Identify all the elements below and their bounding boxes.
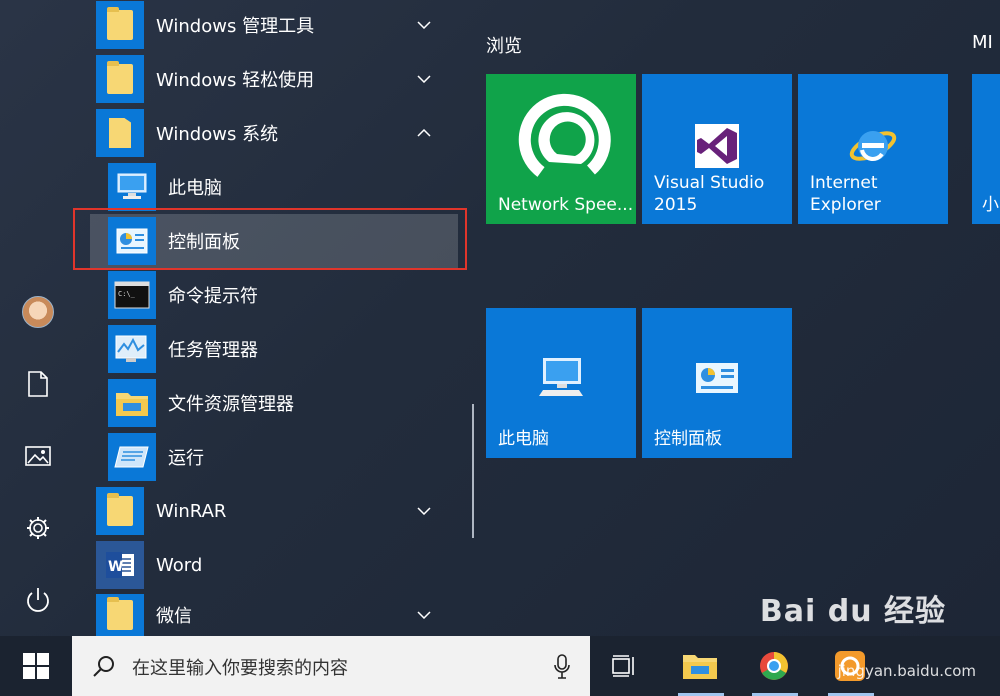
chevron-down-icon bbox=[416, 503, 432, 519]
microphone-icon[interactable] bbox=[554, 654, 570, 680]
folder-label: Windows 轻松使用 bbox=[156, 70, 315, 91]
browser-taskbar-icon[interactable] bbox=[754, 646, 794, 686]
tile-internet-explorer[interactable]: Internet Explorer bbox=[798, 74, 948, 224]
folder-windows-system[interactable]: Windows 系统 bbox=[96, 108, 456, 158]
app-label: Word bbox=[156, 554, 203, 576]
folder-windows-ease-of-access[interactable]: Windows 轻松使用 bbox=[96, 54, 456, 104]
control-panel-icon bbox=[696, 363, 738, 393]
tile-label: Internet Explorer bbox=[810, 173, 881, 215]
app-task-manager[interactable]: 任务管理器 bbox=[108, 324, 456, 374]
search-placeholder: 在这里输入你要搜索的内容 bbox=[132, 658, 348, 679]
start-left-rail bbox=[0, 0, 76, 636]
computer-icon bbox=[539, 358, 583, 396]
start-menu: Windows 管理工具 Windows 轻松使用 Windows 系统 此电脑… bbox=[0, 0, 1000, 636]
folder-icon bbox=[96, 55, 144, 103]
folder-icon bbox=[96, 487, 144, 535]
folder-label: Windows 系统 bbox=[156, 124, 279, 145]
task-view-icon[interactable] bbox=[604, 646, 644, 686]
baidu-watermark-url: jingyan.baidu.com bbox=[837, 662, 976, 680]
tile-group-title: 浏览 bbox=[486, 36, 522, 57]
tile-group-title-2: MI bbox=[972, 32, 993, 53]
run-icon bbox=[108, 433, 156, 481]
file-explorer-icon bbox=[108, 379, 156, 427]
task-manager-icon bbox=[108, 325, 156, 373]
start-button[interactable] bbox=[0, 636, 72, 696]
folder-label: Windows 管理工具 bbox=[156, 16, 315, 37]
folder-label: WinRAR bbox=[156, 500, 227, 522]
settings-gear-icon[interactable] bbox=[14, 504, 62, 552]
annotation-highlight-box bbox=[73, 208, 467, 270]
svg-text:W: W bbox=[108, 559, 123, 575]
documents-icon[interactable] bbox=[14, 360, 62, 408]
power-icon[interactable] bbox=[14, 576, 62, 624]
cmd-icon: C:\_ bbox=[108, 271, 156, 319]
app-run[interactable]: 运行 bbox=[108, 432, 456, 482]
folder-icon bbox=[96, 1, 144, 49]
visual-studio-icon bbox=[695, 124, 739, 168]
open-folder-icon bbox=[96, 109, 144, 157]
chevron-up-icon bbox=[416, 125, 432, 141]
file-explorer-taskbar-icon[interactable] bbox=[680, 646, 720, 686]
chevron-down-icon bbox=[416, 607, 432, 623]
tile-mi-partial[interactable]: 小 bbox=[972, 74, 1000, 224]
user-avatar[interactable] bbox=[14, 288, 62, 336]
folder-windows-admin-tools[interactable]: Windows 管理工具 bbox=[96, 0, 456, 50]
app-label: 任务管理器 bbox=[168, 340, 258, 361]
tile-this-pc[interactable]: 此电脑 bbox=[486, 308, 636, 458]
internet-explorer-icon bbox=[849, 131, 897, 161]
app-command-prompt[interactable]: C:\_ 命令提示符 bbox=[108, 270, 456, 320]
computer-icon bbox=[108, 163, 156, 211]
app-label: 命令提示符 bbox=[168, 286, 258, 307]
app-word[interactable]: W Word bbox=[96, 540, 456, 590]
tile-label: Network Spee... bbox=[498, 195, 634, 215]
tile-label: 此电脑 bbox=[498, 429, 549, 449]
svg-text:C:\_: C:\_ bbox=[118, 290, 136, 298]
app-list: Windows 管理工具 Windows 轻松使用 Windows 系统 此电脑… bbox=[76, 0, 476, 636]
app-label: 此电脑 bbox=[168, 178, 222, 199]
search-icon bbox=[93, 656, 114, 677]
tile-label: 控制面板 bbox=[654, 429, 722, 449]
app-list-scrollbar[interactable] bbox=[472, 404, 474, 538]
folder-icon bbox=[96, 594, 144, 636]
chevron-down-icon bbox=[416, 17, 432, 33]
baidu-watermark: Bai du 经验 bbox=[759, 594, 946, 629]
app-label: 运行 bbox=[168, 448, 204, 469]
tile-network-speed[interactable]: Network Spee... bbox=[486, 74, 636, 224]
avatar bbox=[22, 296, 54, 328]
folder-label: 微信 bbox=[156, 606, 192, 627]
tile-control-panel[interactable]: 控制面板 bbox=[642, 308, 792, 458]
app-label: 文件资源管理器 bbox=[168, 394, 294, 415]
chevron-down-icon bbox=[416, 71, 432, 87]
tile-visual-studio[interactable]: Visual Studio 2015 bbox=[642, 74, 792, 224]
app-file-explorer[interactable]: 文件资源管理器 bbox=[108, 378, 456, 428]
app-this-pc[interactable]: 此电脑 bbox=[108, 162, 456, 212]
taskbar-search-box[interactable]: 在这里输入你要搜索的内容 bbox=[72, 636, 590, 696]
network-speed-icon bbox=[518, 93, 611, 177]
tile-label: 小 bbox=[982, 195, 999, 215]
folder-wechat[interactable]: 微信 bbox=[96, 594, 456, 636]
word-icon: W bbox=[96, 541, 144, 589]
pictures-icon[interactable] bbox=[14, 432, 62, 480]
folder-winrar[interactable]: WinRAR bbox=[96, 486, 456, 536]
tile-label: Visual Studio 2015 bbox=[654, 173, 765, 215]
windows-logo-icon bbox=[23, 653, 49, 679]
